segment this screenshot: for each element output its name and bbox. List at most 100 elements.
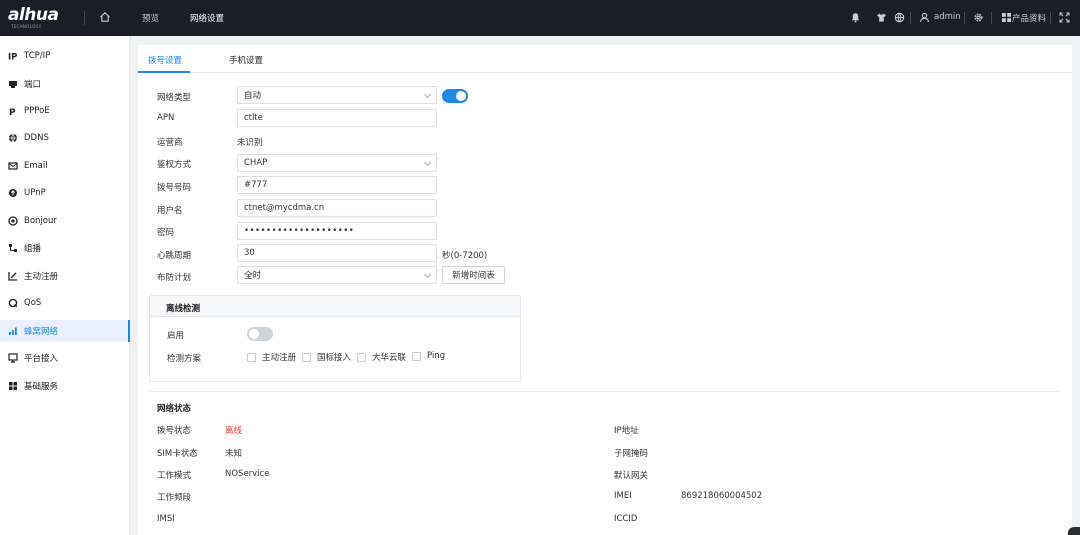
globe-icon[interactable] [894,12,905,23]
panel-header: 离线检测 [150,296,520,317]
cellular-icon [8,326,18,336]
sidebar-item-cellular[interactable]: 蜂窝网络 [0,320,130,342]
checkbox[interactable] [302,352,311,362]
tab-dial-settings[interactable]: 拨号设置 [148,54,182,66]
auth-method-select[interactable]: CHAP [237,154,437,172]
detection-method-label: 检测方案 [167,354,202,364]
sidebar-item-platform[interactable]: 平台接入 [0,347,130,369]
logo: alhua [8,5,59,25]
dial-status-value: 离线 [225,426,243,436]
dial-number-label: 拨号号码 [157,183,192,193]
port-icon [8,79,18,89]
option-label: 大华云联 [372,353,407,363]
fullscreen-icon[interactable] [1059,12,1070,23]
apn-input[interactable]: ctlte [237,109,437,127]
sidebar-item-upnp[interactable]: UPnP [0,182,130,204]
operator-label: 运营商 [157,138,183,148]
grid-icon[interactable] [1001,12,1012,23]
sidebar-item-label: PPPoE [24,106,50,116]
sidebar-item-qos[interactable]: QoS [0,292,130,314]
offline-detection-title: 离线检测 [166,304,201,314]
product-docs-link[interactable]: 产品资料 [1012,12,1046,24]
sim-status-value: 未知 [225,449,243,459]
tab-bar: 拨号设置 手机设置 [138,45,1072,73]
upnp-icon [8,188,18,198]
enable-label: 启用 [167,331,185,341]
network-type-select[interactable]: 自动 [237,86,437,104]
heartbeat-label: 心跳周期 [157,251,192,261]
imsi-label: IMSI [157,514,175,524]
svg-text:IP: IP [8,53,17,62]
schedule-label: 布防计划 [157,273,192,283]
toggle-knob [249,329,259,339]
sidebar-item-tcpip[interactable]: IP TCP/IP [0,45,130,67]
gear-icon[interactable] [973,12,984,23]
network-type-label: 网络类型 [157,93,192,103]
user-icon[interactable] [919,12,930,23]
nav-network-settings[interactable]: 网络设置 [190,12,224,24]
nav-preview[interactable]: 预览 [142,12,159,24]
shirt-icon[interactable] [876,12,887,23]
sim-status-label: SIM卡状态 [157,449,198,459]
checkbox[interactable] [357,352,366,362]
imei-value: 869218060004502 [681,491,763,501]
work-mode-label: 工作模式 [157,471,192,481]
option-label: Ping [427,351,446,361]
username-input[interactable]: ctnet@mycdma.cn [237,199,437,217]
register-icon [8,271,18,281]
top-divider-right-4 [1050,12,1051,24]
option-gb-access[interactable]: 国标接入 [302,351,351,363]
heartbeat-input[interactable]: 30 [237,244,437,262]
schedule-select[interactable]: 全时 [237,266,437,284]
network-status-title: 网络状态 [157,404,192,414]
heartbeat-unit: 秒(0-7200) [442,251,488,261]
sidebar-item-port[interactable]: 端口 [0,73,130,95]
top-divider-right-3 [991,12,992,24]
apn-label: APN [157,113,175,123]
subnet-mask-label: 子网掩码 [614,449,649,459]
sidebar-item-auto-register[interactable]: 主动注册 [0,265,130,287]
toggle-knob [456,91,466,101]
option-auto-register[interactable]: 主动注册 [247,351,296,363]
sidebar-item-label: TCP/IP [24,51,51,61]
dial-status-label: 拨号状态 [157,426,192,436]
work-band-label: 工作频段 [157,493,192,503]
home-icon[interactable] [99,11,111,23]
dial-number-input[interactable]: #777 [237,176,437,194]
offline-detection-panel: 离线检测 启用 检测方案 主动注册 国标接入 大华云联 Ping [149,295,521,382]
sidebar-item-label: Email [24,161,48,171]
checkbox[interactable] [247,352,256,362]
default-gateway-label: 默认网关 [614,471,649,481]
offline-enable-toggle[interactable] [247,327,273,341]
bell-icon[interactable] [850,12,861,23]
top-bar: alhua TECHNOLOGY 预览 网络设置 admin 产品资料 [0,0,1080,36]
sidebar-item-multicast[interactable]: 组播 [0,237,130,259]
top-divider-right-2 [964,12,965,24]
sidebar-item-basic-services[interactable]: 基础服务 [0,375,130,397]
username-label[interactable]: admin [934,12,961,22]
svg-text:P: P [9,108,16,116]
add-schedule-button[interactable]: 新增时间表 [442,266,505,284]
sidebar-item-pppoe[interactable]: P PPPoE [0,100,130,122]
section-divider [149,391,1061,392]
checkbox[interactable] [412,351,421,361]
option-ping[interactable]: Ping [412,351,445,361]
sidebar-item-label: Bonjour [24,216,57,226]
network-enable-toggle[interactable] [442,89,468,103]
password-input[interactable]: •••••••••••••••••••• [237,222,437,240]
sidebar: IP TCP/IP 端口 P PPPoE DDNS Email UPnP Bon… [0,36,130,535]
sidebar-item-label: 端口 [24,80,42,90]
tab-phone-settings[interactable]: 手机设置 [229,54,263,66]
iccid-label: ICCID [614,514,638,524]
option-label: 主动注册 [262,353,297,363]
sidebar-item-ddns[interactable]: DDNS [0,127,130,149]
bonjour-icon [8,216,18,226]
option-dahua-cloud[interactable]: 大华云联 [357,351,406,363]
floating-widget-edge[interactable] [1068,527,1080,535]
sidebar-item-bonjour[interactable]: Bonjour [0,210,130,232]
sidebar-item-label: QoS [24,298,42,308]
active-tab-indicator [138,71,190,73]
sidebar-item-label: 主动注册 [24,272,59,282]
multicast-icon [8,243,18,253]
sidebar-item-email[interactable]: Email [0,155,130,177]
